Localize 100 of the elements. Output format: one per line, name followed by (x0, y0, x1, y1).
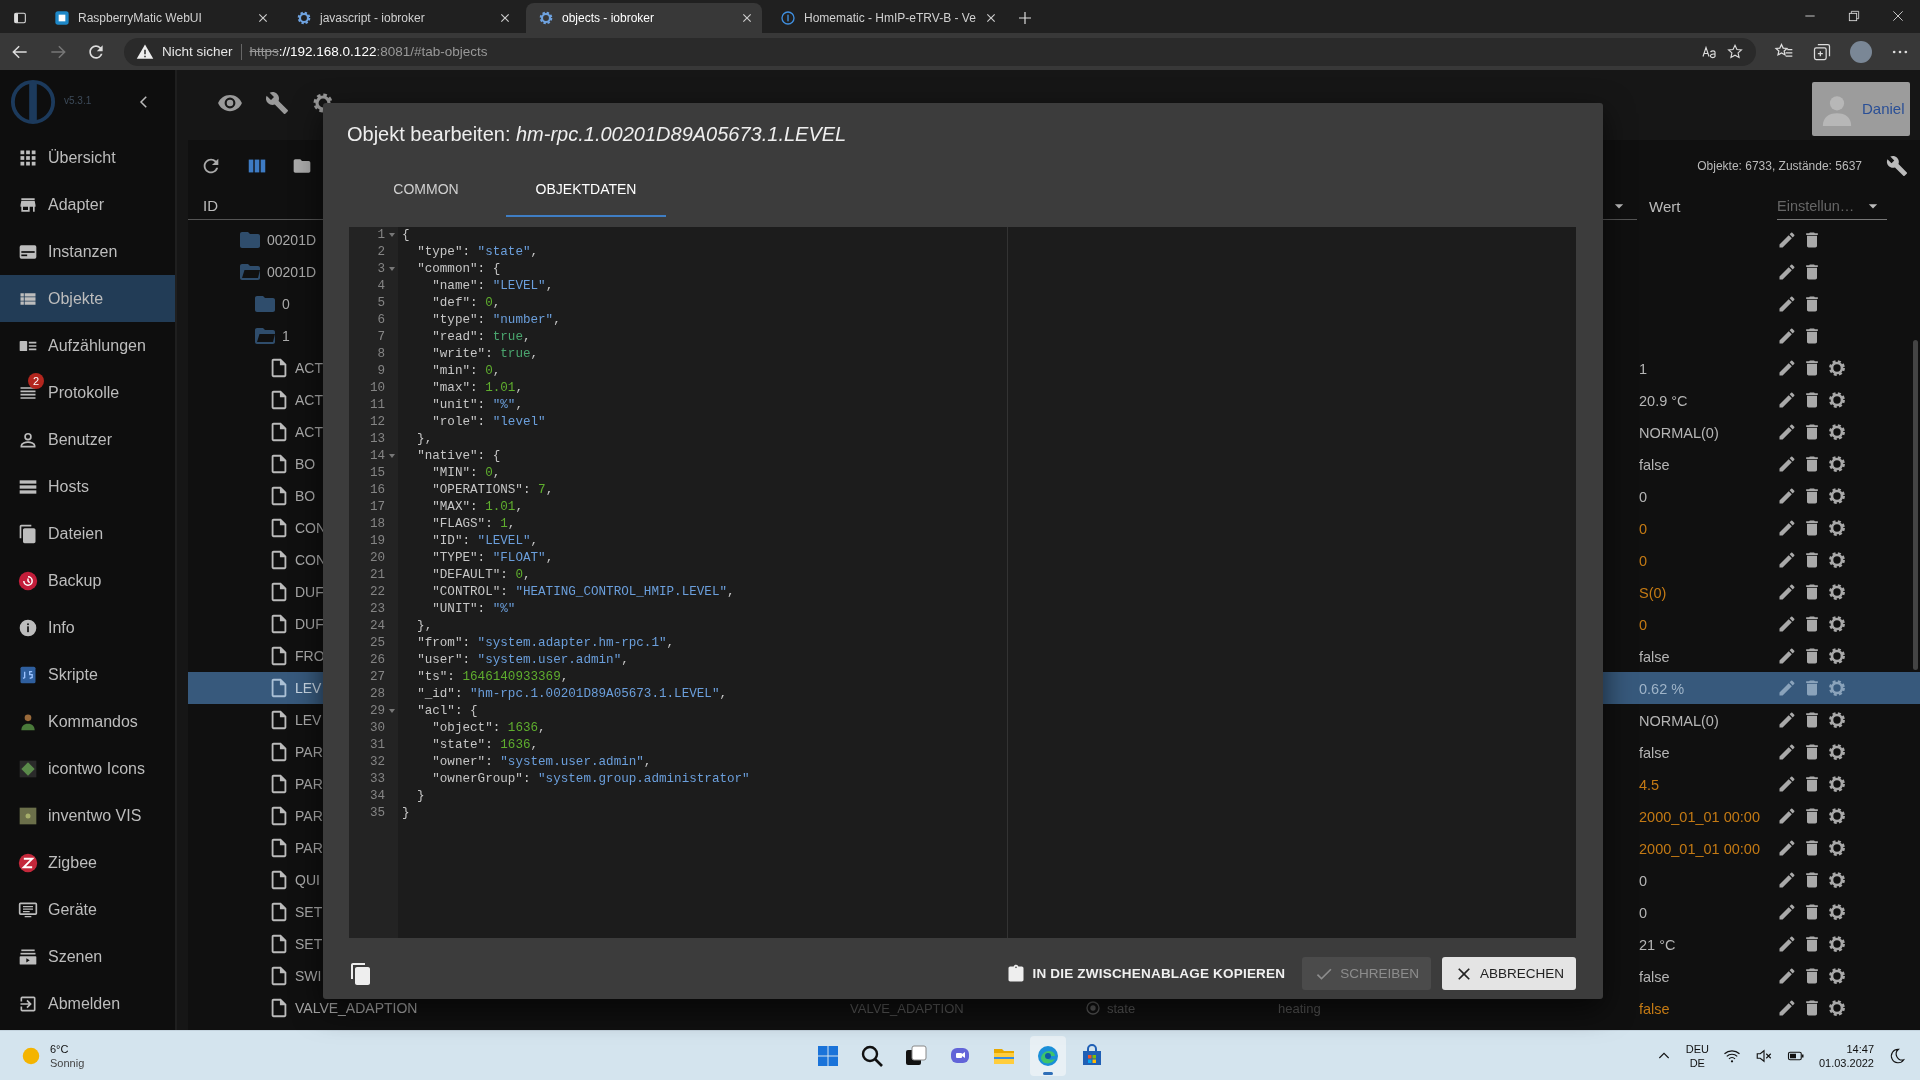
folder-icon[interactable] (292, 156, 312, 176)
close-icon[interactable] (256, 11, 270, 25)
sidebar-item[interactable]: Szenen (0, 933, 175, 980)
edit-icon[interactable] (1777, 998, 1797, 1018)
sidebar-item[interactable]: Protokolle 2 (0, 369, 175, 416)
settings-icon[interactable] (1827, 838, 1847, 858)
edit-icon[interactable] (1777, 934, 1797, 954)
tree-item[interactable]: PAR (295, 744, 323, 760)
edit-icon[interactable] (1777, 390, 1797, 410)
browser-tab[interactable]: RaspberryMatic WebUI (42, 3, 278, 33)
tree-item[interactable]: LEV (295, 680, 322, 696)
settings-icon[interactable] (1827, 710, 1847, 730)
edit-icon[interactable] (1777, 262, 1797, 282)
edit-icon[interactable] (1777, 614, 1797, 634)
moon-icon[interactable] (1888, 1046, 1906, 1065)
tree-item[interactable]: FRO (295, 648, 325, 664)
copy-icon[interactable] (349, 961, 373, 986)
settings-icon[interactable] (1827, 550, 1847, 570)
edit-icon[interactable] (1777, 422, 1797, 442)
tree-item[interactable]: SET (295, 904, 323, 920)
tree-item[interactable]: BO (295, 488, 316, 504)
settings-icon[interactable] (1827, 742, 1847, 762)
wrench-icon[interactable] (1886, 155, 1908, 177)
settings-icon[interactable] (1827, 358, 1847, 378)
settings-icon[interactable] (1827, 454, 1847, 474)
tree-item[interactable]: ACT (295, 424, 323, 440)
settings-icon[interactable] (1827, 870, 1847, 890)
close-icon[interactable] (1890, 8, 1906, 24)
settings-icon[interactable] (1827, 422, 1847, 442)
sidebar-item[interactable]: Backup (0, 557, 175, 604)
collections-icon[interactable] (1812, 41, 1832, 62)
sidebar-item[interactable]: Hosts (0, 463, 175, 510)
close-icon[interactable] (740, 11, 754, 25)
settings-icon[interactable] (1827, 934, 1847, 954)
tree-item[interactable]: BO (295, 456, 316, 472)
sidebar-item[interactable]: Kommandos (0, 698, 175, 745)
edit-icon[interactable] (1777, 870, 1797, 890)
browser-tab[interactable]: javascript - iobroker (284, 3, 520, 33)
sidebar-item[interactable]: Skripte (0, 651, 175, 698)
edit-icon[interactable] (1777, 806, 1797, 826)
restore-icon[interactable] (1846, 8, 1862, 24)
profile-avatar[interactable] (1850, 40, 1872, 63)
settings-icon[interactable] (1827, 486, 1847, 506)
edit-icon[interactable] (1777, 358, 1797, 378)
edit-icon[interactable] (1777, 902, 1797, 922)
sidebar-item[interactable]: Zigbee (0, 839, 175, 886)
close-icon[interactable] (498, 11, 512, 25)
settings-icon[interactable] (1827, 902, 1847, 922)
edit-icon[interactable] (1777, 486, 1797, 506)
edit-icon[interactable] (1777, 838, 1797, 858)
sidebar-item[interactable]: Instanzen (0, 228, 175, 275)
sidebar-item[interactable]: Übersicht (0, 134, 175, 181)
edit-icon[interactable] (1777, 710, 1797, 730)
sidebar-item[interactable]: Abmelden (0, 980, 175, 1027)
sidebar-item[interactable]: icontwo Icons (0, 745, 175, 792)
new-tab-icon[interactable] (1016, 9, 1034, 27)
tree-item[interactable]: VALVE_ADAPTION (295, 1000, 418, 1016)
language-indicator[interactable]: DEU DE (1685, 1041, 1709, 1070)
sidebar-item[interactable]: Geräte (0, 886, 175, 933)
dialog-tab[interactable]: COMMON (346, 162, 506, 217)
sidebar-item[interactable]: Dateien (0, 510, 175, 557)
address-field[interactable]: https://192.168.0.122:8081/#tab-objects (249, 44, 488, 59)
tree-item[interactable]: DUF (295, 616, 324, 632)
copy-clipboard-button[interactable]: IN DIE ZWISCHENABLAGE KOPIEREN (1000, 957, 1292, 990)
sidebar-item[interactable]: Benutzer (0, 416, 175, 463)
tree-item[interactable]: ACT (295, 392, 323, 408)
sidebar-item[interactable]: Adapter (0, 181, 175, 228)
browser-tab[interactable]: Homematic - HmIP-eTRV-B - Ve (768, 3, 1004, 33)
window-icon[interactable] (12, 10, 28, 26)
browser-tab[interactable]: objects - iobroker (526, 3, 762, 33)
settings-icon[interactable] (1827, 518, 1847, 538)
tree-item[interactable]: 00201D (267, 232, 317, 248)
tree-item[interactable]: 00201D (267, 264, 317, 280)
edit-icon[interactable] (1777, 742, 1797, 762)
wrench-icon[interactable] (265, 90, 289, 115)
settings-icon[interactable] (1827, 806, 1847, 826)
edit-icon[interactable] (1777, 230, 1797, 250)
dialog-tab[interactable]: OBJEKTDATEN (506, 162, 666, 217)
tree-item[interactable]: PAR (295, 840, 323, 856)
tree-item[interactable]: ACT (295, 360, 323, 376)
tree-item[interactable]: 0 (282, 296, 290, 312)
security-label[interactable]: Nicht sicher (162, 44, 233, 59)
sidebar-item[interactable]: Objekte (0, 275, 175, 322)
tree-item[interactable]: SET (295, 936, 323, 952)
tree-item[interactable]: SWI (295, 968, 322, 984)
settings-icon[interactable] (1827, 774, 1847, 794)
edit-icon[interactable] (1777, 550, 1797, 570)
tree-item[interactable]: PAR (295, 808, 323, 824)
tree-item[interactable]: PAR (295, 776, 323, 792)
settings-icon[interactable] (1827, 998, 1847, 1018)
edit-icon[interactable] (1777, 294, 1797, 314)
sidebar-item[interactable]: Aufzählungen (0, 322, 175, 369)
edit-icon[interactable] (1777, 582, 1797, 602)
tree-item[interactable]: LEV (295, 712, 322, 728)
edit-icon[interactable] (1777, 774, 1797, 794)
tree-item[interactable]: QUI (295, 872, 320, 888)
sidebar-item[interactable]: Info (0, 604, 175, 651)
settings-icon[interactable] (1827, 966, 1847, 986)
tree-item[interactable]: DUF (295, 584, 324, 600)
sidebar-item[interactable]: inventwo VIS (0, 792, 175, 839)
